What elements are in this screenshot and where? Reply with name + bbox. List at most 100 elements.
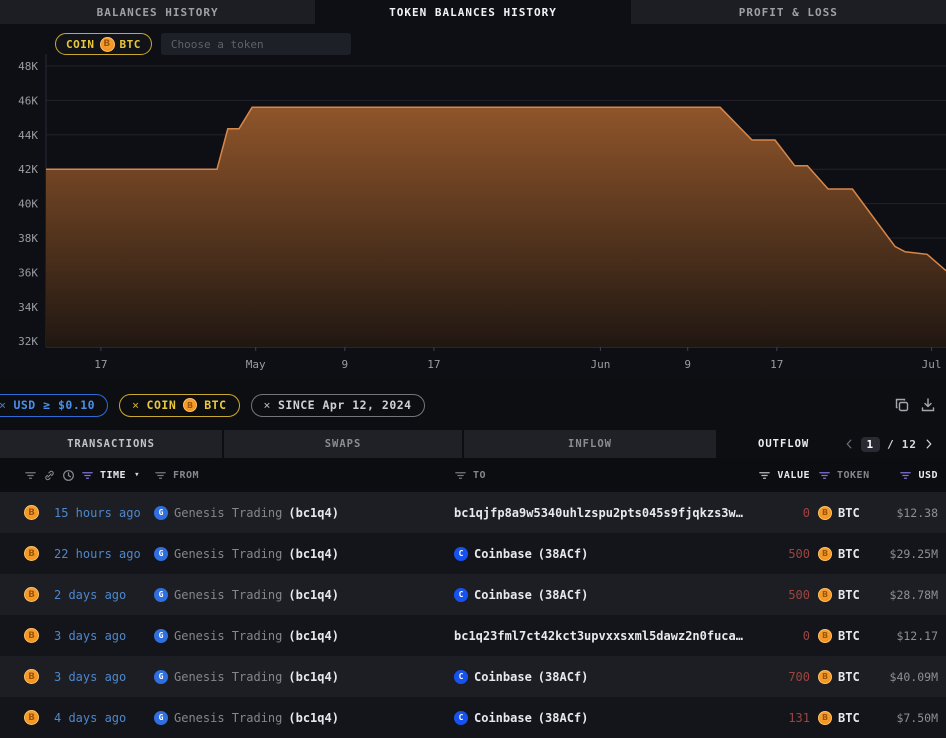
table-row[interactable]: B 2 days ago G Genesis Trading (bc1q4) C… xyxy=(0,574,946,615)
to-address-tag[interactable]: (38ACf) xyxy=(538,588,589,602)
token-symbol: BTC xyxy=(838,670,860,684)
time-link[interactable]: 4 days ago xyxy=(54,711,126,725)
table-row[interactable]: B 3 days ago G Genesis Trading (bc1q4) C… xyxy=(0,656,946,697)
filter-funnel-icon[interactable] xyxy=(24,469,37,482)
link-icon[interactable] xyxy=(43,469,56,482)
copy-icon[interactable] xyxy=(894,397,910,413)
page-current[interactable]: 1 xyxy=(861,437,881,452)
from-entity-name[interactable]: Genesis Trading xyxy=(174,629,282,643)
btc-coin-icon: B xyxy=(24,628,39,643)
svg-text:46K: 46K xyxy=(18,94,38,107)
token-symbol: BTC xyxy=(838,711,860,725)
svg-text:17: 17 xyxy=(94,358,107,371)
filter-chip-coin[interactable]: × COIN B BTC xyxy=(119,394,239,417)
tab-outflow[interactable]: OUTFLOW 1 / 12 xyxy=(718,430,946,458)
from-address-tag[interactable]: (bc1q4) xyxy=(288,506,339,520)
from-address-tag[interactable]: (bc1q4) xyxy=(288,711,339,725)
from-entity-name[interactable]: Genesis Trading xyxy=(174,711,282,725)
close-icon[interactable]: × xyxy=(264,398,271,412)
to-address-tag[interactable]: (38ACf) xyxy=(538,670,589,684)
from-entity-name[interactable]: Genesis Trading xyxy=(174,670,282,684)
time-link[interactable]: 2 days ago xyxy=(54,588,126,602)
from-address-tag[interactable]: (bc1q4) xyxy=(288,547,339,561)
from-address-tag[interactable]: (bc1q4) xyxy=(288,629,339,643)
value-amount: 500 xyxy=(754,547,810,561)
choose-token-input[interactable] xyxy=(161,33,351,55)
table-row[interactable]: B 22 hours ago G Genesis Trading (bc1q4)… xyxy=(0,533,946,574)
tab-swaps[interactable]: SWAPS xyxy=(224,430,464,458)
svg-text:48K: 48K xyxy=(18,60,38,73)
chevron-down-icon[interactable]: ▾ xyxy=(134,470,140,480)
clock-icon[interactable] xyxy=(62,469,75,482)
token-filter-funnel-icon[interactable] xyxy=(818,469,831,482)
from-entity-name[interactable]: Genesis Trading xyxy=(174,588,282,602)
to-address-tag[interactable]: (38ACf) xyxy=(538,711,589,725)
btc-token-icon: B xyxy=(818,547,832,561)
token-balance-chart: COIN B BTC 48K46K44K42K40K38K36K34K32K17… xyxy=(0,24,946,380)
from-filter-funnel-icon[interactable] xyxy=(154,469,167,482)
table-row[interactable]: B 15 hours ago G Genesis Trading (bc1q4)… xyxy=(0,492,946,533)
token-symbol: BTC xyxy=(838,547,860,561)
from-entity-name[interactable]: Genesis Trading xyxy=(174,547,282,561)
close-icon[interactable]: × xyxy=(0,398,6,412)
to-entity-name[interactable]: Coinbase xyxy=(474,547,532,561)
tab-inflow[interactable]: INFLOW xyxy=(464,430,718,458)
usd-filter-funnel-icon[interactable] xyxy=(899,469,912,482)
to-entity-name[interactable]: Coinbase xyxy=(474,588,532,602)
time-filter-funnel-icon[interactable] xyxy=(81,469,94,482)
area-chart-canvas[interactable]: 48K46K44K42K40K38K36K34K32K17May917Jun91… xyxy=(0,24,946,380)
col-header-time[interactable]: TIME xyxy=(100,470,126,481)
col-header-usd[interactable]: USD xyxy=(918,470,938,481)
token-symbol: BTC xyxy=(838,588,860,602)
btc-token-icon: B xyxy=(818,670,832,684)
genesis-trading-icon: G xyxy=(154,629,168,643)
col-header-from[interactable]: FROM xyxy=(173,470,199,481)
pagination: 1 / 12 xyxy=(844,437,935,452)
token-symbol: BTC xyxy=(838,506,860,520)
time-link[interactable]: 3 days ago xyxy=(54,629,126,643)
time-link[interactable]: 22 hours ago xyxy=(54,547,141,561)
btc-coin-icon: B xyxy=(100,37,115,52)
usd-amount: $12.17 xyxy=(884,629,938,643)
tab-token-balances-history[interactable]: TOKEN BALANCES HISTORY xyxy=(315,0,630,24)
coinbase-icon: C xyxy=(454,588,468,602)
table-tab-bar: TRANSACTIONS SWAPS INFLOW OUTFLOW 1 / 12 xyxy=(0,430,946,458)
to-entity-name[interactable]: Coinbase xyxy=(474,711,532,725)
filter-chip-usd[interactable]: × USD ≥ $0.10 xyxy=(0,394,108,417)
page-next-icon[interactable] xyxy=(924,438,934,450)
col-header-value[interactable]: VALUE xyxy=(777,470,810,481)
tab-transactions[interactable]: TRANSACTIONS xyxy=(0,430,224,458)
table-body: B 15 hours ago G Genesis Trading (bc1q4)… xyxy=(0,492,946,738)
filter-chip-since[interactable]: × SINCE Apr 12, 2024 xyxy=(251,394,425,417)
from-entity-name[interactable]: Genesis Trading xyxy=(174,506,282,520)
to-address[interactable]: bc1q23fml7ct42kct3upvxxsxml5dawz2n0fuca… xyxy=(454,629,743,643)
to-address-tag[interactable]: (38ACf) xyxy=(538,547,589,561)
btc-token-icon: B xyxy=(818,588,832,602)
value-amount: 700 xyxy=(754,670,810,684)
from-address-tag[interactable]: (bc1q4) xyxy=(288,588,339,602)
svg-text:9: 9 xyxy=(341,358,348,371)
value-amount: 0 xyxy=(754,629,810,643)
download-icon[interactable] xyxy=(920,397,936,413)
from-address-tag[interactable]: (bc1q4) xyxy=(288,670,339,684)
usd-amount: $29.25M xyxy=(884,547,938,561)
time-link[interactable]: 15 hours ago xyxy=(54,506,141,520)
col-header-to[interactable]: TO xyxy=(473,470,486,481)
table-header: TIME ▾ FROM TO VALUE TOKEN xyxy=(0,458,946,492)
genesis-trading-icon: G xyxy=(154,547,168,561)
to-entity-name[interactable]: Coinbase xyxy=(474,670,532,684)
page-prev-icon[interactable] xyxy=(844,438,854,450)
to-address[interactable]: bc1qjfp8a9w5340uhlzspu2pts045s9fjqkzs3w… xyxy=(454,506,743,520)
tab-profit-and-loss[interactable]: PROFIT & LOSS xyxy=(631,0,946,24)
btc-coin-icon: B xyxy=(24,505,39,520)
value-filter-funnel-icon[interactable] xyxy=(758,469,771,482)
time-link[interactable]: 3 days ago xyxy=(54,670,126,684)
tab-balances-history[interactable]: BALANCES HISTORY xyxy=(0,0,315,24)
svg-text:40K: 40K xyxy=(18,198,38,211)
table-row[interactable]: B 3 days ago G Genesis Trading (bc1q4) b… xyxy=(0,615,946,656)
col-header-token[interactable]: TOKEN xyxy=(837,470,870,481)
close-icon[interactable]: × xyxy=(132,398,139,412)
selected-token-chip[interactable]: COIN B BTC xyxy=(55,33,152,55)
to-filter-funnel-icon[interactable] xyxy=(454,469,467,482)
table-row[interactable]: B 4 days ago G Genesis Trading (bc1q4) C… xyxy=(0,697,946,738)
